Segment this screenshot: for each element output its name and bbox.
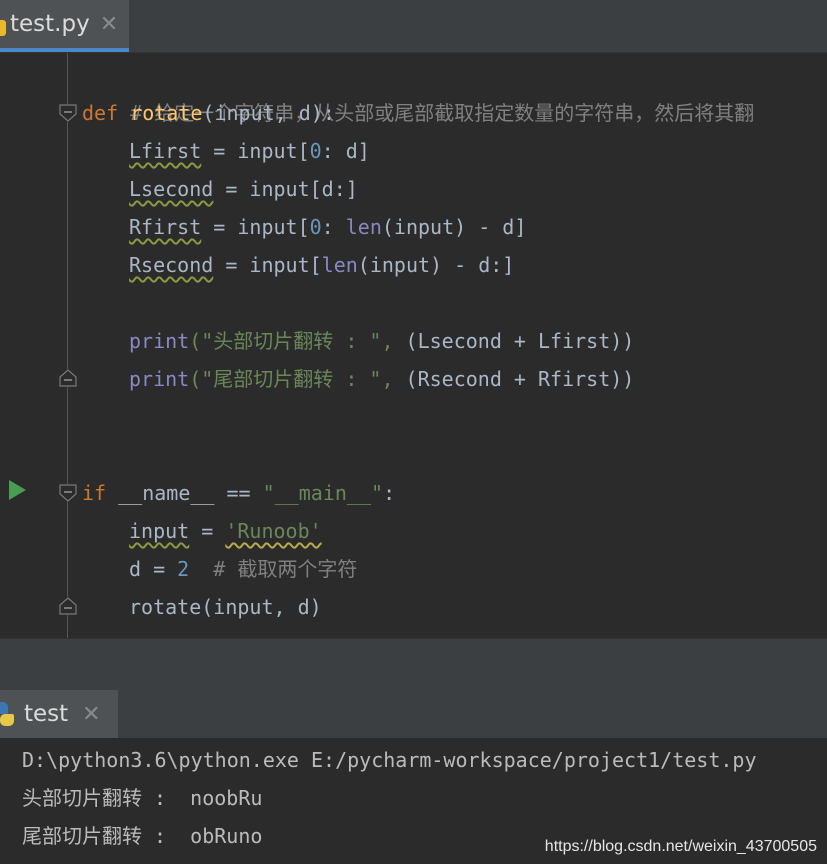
run-tab-test[interactable]: test ✕ <box>0 690 118 738</box>
code-text: : <box>321 215 346 239</box>
builtin: len <box>345 215 382 239</box>
close-icon[interactable]: ✕ <box>82 702 100 727</box>
code-line-print2: print("尾部切片翻转 : ", (Rsecond + Rfirst)) <box>129 360 634 398</box>
run-icon[interactable] <box>9 480 26 500</box>
code-line-call: rotate(input, d) <box>129 588 322 626</box>
python-logo-icon <box>0 702 16 726</box>
code-text: = input[ <box>201 215 310 239</box>
number: 0 <box>309 139 322 163</box>
code-line-comment: # 给定一个字符串，从头部或尾部截取指定数量的字符串，然后将其翻 <box>82 56 754 125</box>
variable: Rfirst <box>129 215 202 239</box>
keyword: def <box>82 101 119 125</box>
code-line-print1: print("头部切片翻转 : ", (Lsecond + Lfirst)) <box>129 322 634 360</box>
code-text: (input) - d:] <box>357 253 515 277</box>
fold-close-icon[interactable] <box>59 369 77 387</box>
string: "__main__" <box>262 481 384 505</box>
code-text: : <box>383 481 396 505</box>
fold-close-icon[interactable] <box>59 597 77 615</box>
string: 'Runoob' <box>225 519 322 543</box>
watermark: https://blog.csdn.net/weixin_43700505 <box>544 838 817 855</box>
code-line-lsecond: Lsecond = input[d:] <box>129 170 358 208</box>
tool-window-divider[interactable] <box>0 638 827 691</box>
gutter <box>0 53 68 638</box>
tab-label: test.py <box>10 11 90 37</box>
number: 0 <box>309 215 322 239</box>
params: (input, d): <box>202 101 335 125</box>
string: ("尾部切片翻转 : ", <box>189 367 394 391</box>
code-text: (Lsecond + Lfirst)) <box>393 329 635 353</box>
builtin: print <box>129 329 190 353</box>
code-line-input: input = 'Runoob' <box>129 512 322 550</box>
code-line-if-main: if __name__ == "__main__": <box>82 474 395 512</box>
run-console[interactable]: D:\python3.6\python.exe E:/pycharm-works… <box>0 738 827 864</box>
code-text: = input[ <box>201 139 310 163</box>
function-name: rotate <box>130 101 203 125</box>
console-command-line: D:\python3.6\python.exe E:/pycharm-works… <box>22 748 757 772</box>
code-text: (input) - d] <box>381 215 527 239</box>
code-text: = input[d:] <box>213 177 358 201</box>
variable: input <box>129 519 190 543</box>
variable: Lfirst <box>129 139 202 163</box>
run-tool-window-header: test ✕ <box>0 690 827 738</box>
code-text: rotate(input, d) <box>129 595 322 619</box>
string: ("头部切片翻转 : ", <box>189 329 394 353</box>
code-line-rsecond: Rsecond = input[len(input) - d:] <box>129 246 514 284</box>
keyword: if <box>82 481 107 505</box>
tab-test-py[interactable]: test.py ✕ <box>0 0 129 52</box>
code-text: d = <box>129 557 178 581</box>
code-text: (Rsecond + Rfirst)) <box>393 367 635 391</box>
code-line-lfirst: Lfirst = input[0: d] <box>129 132 370 170</box>
variable: Lsecond <box>129 177 214 201</box>
console-output-line: 尾部切片翻转 : obRuno <box>22 824 263 848</box>
code-line-d: d = 2 # 截取两个字符 <box>129 550 357 588</box>
code-line-def: def rotate(input, d): <box>82 94 335 132</box>
fold-open-icon[interactable] <box>59 104 77 122</box>
code-text: : d] <box>321 139 370 163</box>
fold-open-icon[interactable] <box>59 484 77 502</box>
variable: Rsecond <box>129 253 214 277</box>
builtin: len <box>321 253 358 277</box>
code-editor[interactable]: # 给定一个字符串，从头部或尾部截取指定数量的字符串，然后将其翻 def rot… <box>0 53 827 638</box>
fold-guide <box>67 53 68 638</box>
console-output-line: 头部切片翻转 : noobRu <box>22 786 263 810</box>
builtin: print <box>129 367 190 391</box>
comment: # 截取两个字符 <box>189 557 358 581</box>
python-file-icon <box>0 20 6 36</box>
code-text: __name__ == <box>106 481 263 505</box>
number: 2 <box>177 557 190 581</box>
run-tab-label: test <box>24 701 69 727</box>
editor-tab-bar: test.py ✕ <box>0 0 827 53</box>
code-line-rfirst: Rfirst = input[0: len(input) - d] <box>129 208 526 246</box>
code-text: = input[ <box>213 253 322 277</box>
code-text: = <box>189 519 226 543</box>
close-icon[interactable]: ✕ <box>100 12 118 37</box>
